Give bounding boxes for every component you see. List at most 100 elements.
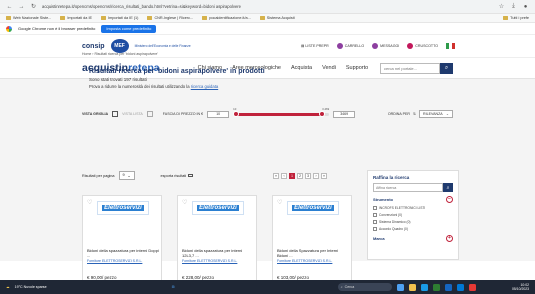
nav-acquista[interactable]: Acquista [291,65,312,71]
product-vendor[interactable]: Fornitore ELETTROSERVIZI S.R.L. [277,259,332,263]
filter-section-strumento[interactable]: Strumento − [373,196,453,203]
nav-vendi[interactable]: Vendi [322,65,336,71]
page-prev[interactable]: ‹ [281,172,287,179]
star-icon[interactable]: ☆ [498,3,505,10]
price-max-input[interactable]: 3469 [333,110,356,118]
order-label: ORDINA PER [387,112,410,116]
page-first[interactable]: « [273,172,279,179]
list-view-icon[interactable] [146,111,153,117]
slider-fill [235,113,324,116]
product-card[interactable]: ♡ Elettroservizi Bidoni della spazzatura… [82,195,162,285]
slider-min-handle[interactable] [233,111,240,117]
page-last[interactable]: » [321,172,327,179]
bookmark-2[interactable]: Importati da IE (1) [101,16,138,20]
filter-option[interactable]: Sistema Dinamico (0) [373,220,453,224]
grid-view-icon[interactable] [112,111,119,117]
expand-icon[interactable]: + [446,235,453,242]
list-view-label[interactable]: VISTA LISTA [122,112,143,116]
search-icon[interactable]: ⌕ [443,183,453,192]
folder-icon [503,16,509,20]
chevron-down-icon: ⌄ [127,174,131,178]
site-search-input[interactable] [380,62,440,74]
filter-option[interactable]: Accordo Quadro (0) [373,227,453,231]
bookmark-5[interactable]: Sistema Acquisti [259,16,295,20]
weather-icon[interactable]: ☁ [6,285,10,289]
slider-max-handle[interactable] [319,111,326,117]
bookmark-0[interactable]: Web Nazionale Siste... [6,16,51,20]
product-name[interactable]: Bidoni della spazzatura per interni 12L3… [182,248,254,258]
per-page-select[interactable]: 9 ⌄ [118,171,135,180]
page-1[interactable]: 1 [289,172,295,179]
product-card[interactable]: ♡ Elettroservizi Bidoni della Spazzatura… [272,195,352,285]
all-bookmarks[interactable]: Tutti i prefe [503,16,529,20]
bookmark-3[interactable]: CNR-Inglese | Ricerc... [147,16,193,20]
product-name[interactable]: Bidoni della spazzatura per interni Dopp… [87,248,159,258]
profile-icon[interactable]: ● [522,4,529,10]
reload-icon[interactable]: ↻ [30,3,37,10]
task-view-icon[interactable] [396,283,404,291]
breadcrumb[interactable]: Home › Risultati ricerca per 'bidoni asp… [82,52,158,56]
filter-option[interactable]: INCROFS ELETTRONICI LISTI [373,206,453,210]
results-count: Sono stati trovati 197 risultati [89,77,147,82]
edge-icon[interactable] [420,283,428,291]
messages-link[interactable]: MESSAGGI [372,43,399,49]
search-icon[interactable]: ⌕ [440,62,453,74]
page-3[interactable]: 3 [305,172,311,179]
outlook-icon[interactable] [456,283,464,291]
pagination: « ‹ 1 2 3 › » [273,172,327,179]
forward-icon[interactable]: → [18,4,25,10]
bookmark-1[interactable]: Importati da IE [60,16,92,20]
product-image[interactable]: Elettroservizi [287,201,339,215]
product-name[interactable]: Bidoni della Spazzatura per Interni Bido… [277,248,349,258]
mef-logo[interactable]: MEF [110,39,129,53]
price-slider[interactable]: 10 3.469 [233,107,330,121]
price-min-input[interactable]: 10 [207,110,230,118]
collapse-icon[interactable]: − [446,196,453,203]
taskbar-search[interactable]: ⌕ Cerca [337,283,392,291]
filter-option[interactable]: Convenzioni (0) [373,213,453,217]
word-icon[interactable] [444,283,452,291]
cart-link[interactable]: CARRELLO [336,43,364,49]
product-image[interactable]: Elettroservizi [97,201,149,215]
italy-flag-icon[interactable] [446,43,455,49]
bookmark-4[interactable]: pocaidentificazione.it/a... [202,16,251,20]
excel-icon[interactable] [432,283,440,291]
export-results[interactable]: esporta risultati [161,174,194,178]
set-default-button[interactable]: Imposta come predefinito [101,24,157,33]
consip-logo[interactable]: consip [82,43,105,50]
system-clock[interactable]: 10:02 05/10/2023 [512,283,529,292]
windows-start-icon[interactable]: ⊞ [172,285,175,289]
dashboard-link[interactable]: CRUSCOTTO [407,43,438,49]
checkbox[interactable] [373,227,377,231]
checkbox[interactable] [373,220,377,224]
download-icon[interactable]: ⤓ [510,3,517,10]
checkbox[interactable] [373,206,377,210]
page-next[interactable]: › [313,172,319,179]
chrome-app-icon[interactable] [468,283,476,291]
weather-widget[interactable]: 19°C Nuvole sparse [15,285,47,289]
lists-link[interactable]: ▤ LISTE PREPR [301,44,329,48]
page-2[interactable]: 2 [297,172,303,179]
grid-view-label[interactable]: VISTA GRIGLIA [82,112,108,116]
nav-supporto[interactable]: Supporto [346,65,368,71]
list-toolbar: Risultati per pagina 9 ⌄ esporta risultat… [82,171,327,180]
refine-search-input[interactable] [373,183,443,192]
messages-icon [372,43,379,49]
file-explorer-icon[interactable] [408,283,416,291]
filter-section-marca[interactable]: Marca + [373,235,453,242]
sort-icon[interactable]: ⇅ [413,112,416,116]
product-card[interactable]: ♡ Elettroservizi Bidoni della spazzatura… [177,195,257,285]
address-bar[interactable]: acquistinretepa.it/opencms/opencms/ricer… [42,4,493,9]
back-icon[interactable]: ← [6,4,13,10]
checkbox[interactable] [373,213,377,217]
product-vendor[interactable]: Fornitore ELETTROSERVIZI S.R.L. [182,259,237,263]
chrome-icon [6,25,12,32]
product-vendor[interactable]: Fornitore ELETTROSERVIZI S.R.L. [87,259,142,263]
favorite-icon[interactable]: ♡ [277,200,282,206]
order-select[interactable]: RILEVANZA ⌄ [419,110,453,118]
favorite-icon[interactable]: ♡ [182,200,187,206]
product-image[interactable]: Elettroservizi [192,201,244,215]
dashboard-icon [407,43,414,49]
guided-search-link[interactable]: ricerca guidata [191,84,218,89]
favorite-icon[interactable]: ♡ [87,200,92,206]
